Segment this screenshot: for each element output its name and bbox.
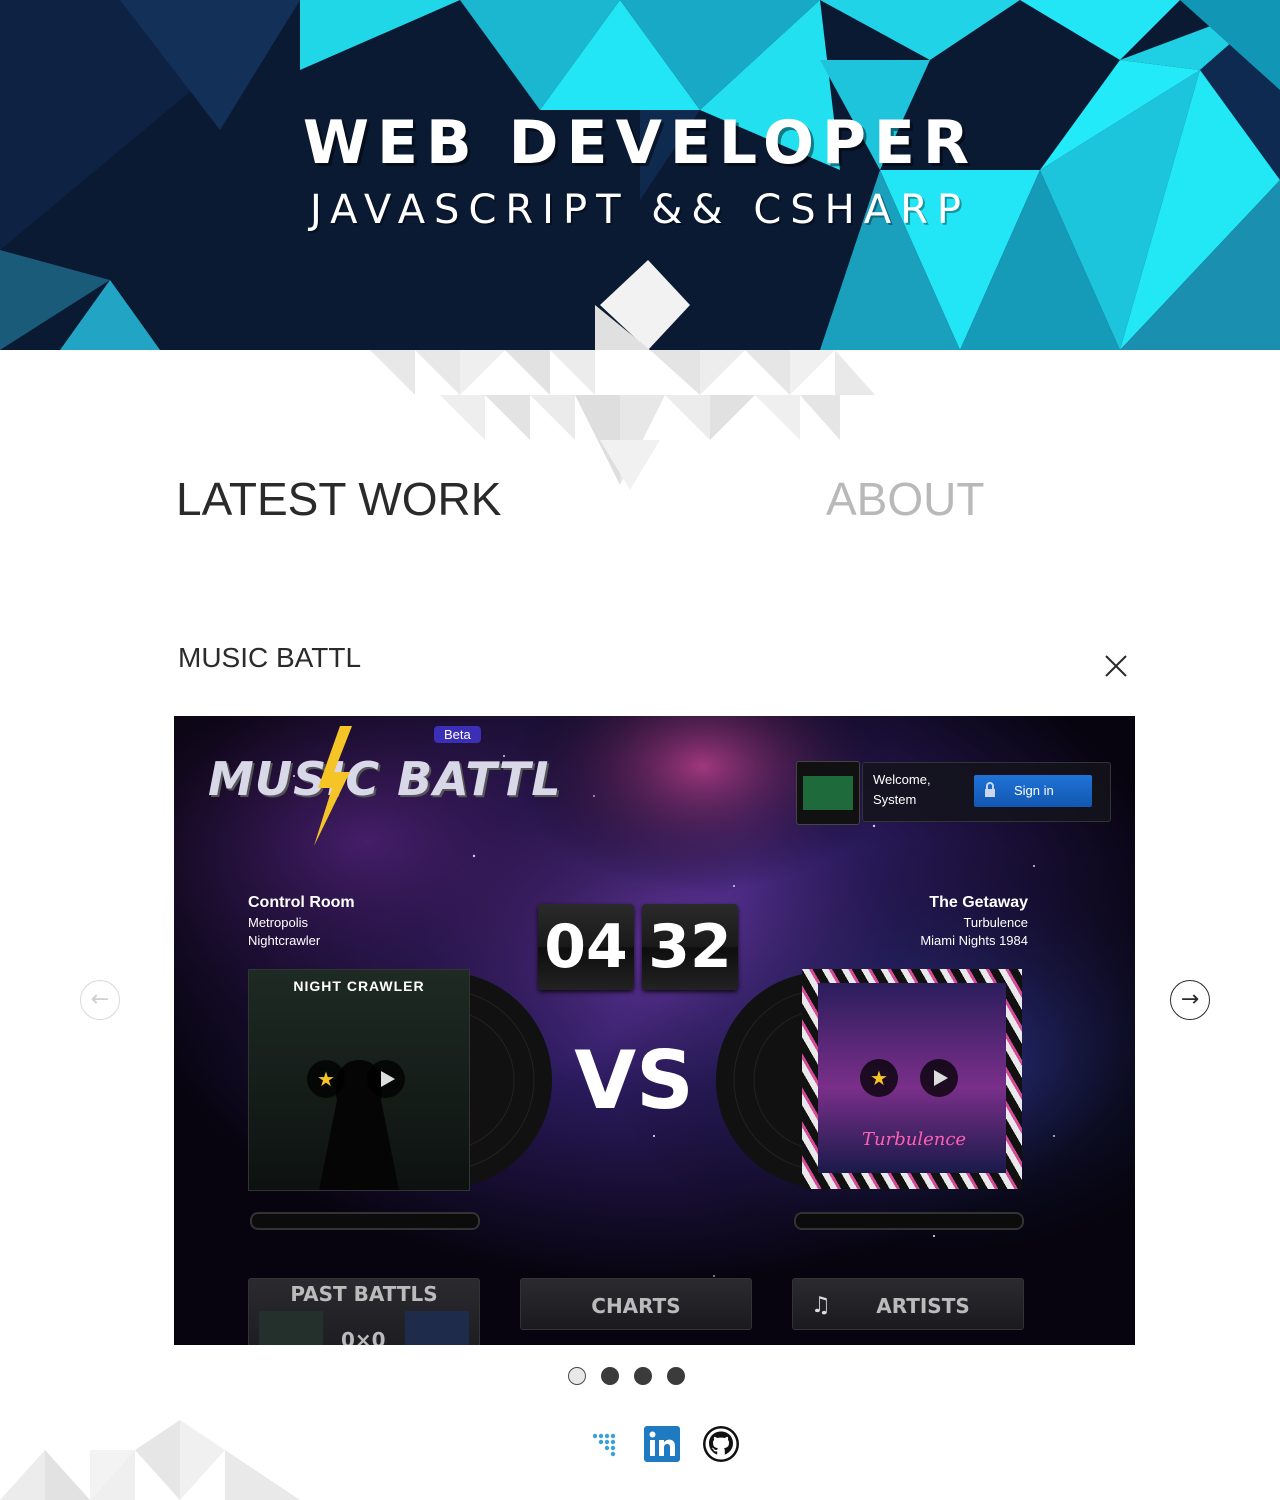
hero-title: WEB DEVELOPER — [302, 108, 978, 178]
nav-about[interactable]: ABOUT — [826, 472, 984, 526]
artists-icon: ♫ — [811, 1293, 831, 1318]
past-battls-label: PAST BATTLS — [290, 1282, 438, 1306]
left-album-cover: NIGHT CRAWLER ★ — [248, 969, 470, 1191]
treehouse-icon — [592, 1433, 616, 1457]
slide-dot-3[interactable] — [634, 1367, 652, 1385]
treehouse-link[interactable] — [590, 1428, 622, 1464]
welcome-panel: Welcome, System Sign in — [862, 762, 1111, 822]
slide-dot-4[interactable] — [667, 1367, 685, 1385]
welcome-text: Welcome, — [873, 772, 931, 787]
vs-label: VS — [574, 1034, 694, 1127]
close-icon[interactable] — [1100, 650, 1132, 682]
prev-slide-button[interactable]: ← — [80, 980, 120, 1020]
right-track-album: Miami Nights 1984 — [920, 933, 1028, 948]
hero-subtitle: JAVASCRIPT && CSHARP — [309, 187, 971, 233]
left-track-title: Control Room — [248, 894, 355, 911]
artists-label: ARTISTS — [876, 1294, 970, 1318]
favorite-star-button[interactable]: ★ — [307, 1060, 345, 1098]
project-screenshot-slide: MUSIC BATTL Beta Welcome, System Sign in… — [174, 716, 1135, 1345]
arrow-right-icon: → — [1180, 987, 1200, 1012]
github-link[interactable] — [702, 1425, 740, 1467]
beta-badge: Beta — [434, 726, 481, 743]
past-battls-panel[interactable]: PAST BATTLS 0×0 — [248, 1278, 480, 1345]
username-text: System — [873, 792, 917, 807]
arrow-left-icon: ← — [90, 987, 110, 1012]
left-track-album: Nightcrawler — [248, 933, 321, 948]
sign-in-button[interactable]: Sign in — [974, 775, 1092, 807]
play-icon — [934, 1070, 948, 1086]
left-track-artist: Metropolis — [248, 915, 308, 930]
sign-in-label: Sign in — [1014, 783, 1054, 798]
slide-pagination — [568, 1367, 685, 1385]
nav-latest-work[interactable]: LATEST WORK — [176, 472, 501, 526]
github-icon — [703, 1426, 739, 1462]
right-track-title: The Getaway — [929, 894, 1028, 911]
triangle-pattern-decoration-bottom — [0, 1420, 300, 1500]
next-slide-button[interactable]: → — [1170, 980, 1210, 1020]
triangle-pattern-decoration — [370, 305, 875, 490]
slide-dot-1[interactable] — [568, 1367, 586, 1385]
left-cover-text: NIGHT CRAWLER — [293, 978, 425, 994]
charts-button[interactable]: CHARTS — [520, 1278, 752, 1330]
linkedin-link[interactable] — [644, 1426, 680, 1466]
right-track-artist: Turbulence — [963, 915, 1028, 930]
favorite-star-button[interactable]: ★ — [860, 1059, 898, 1097]
user-avatar — [796, 761, 860, 825]
battl-score: 0×0 — [341, 1328, 386, 1345]
play-button[interactable] — [367, 1060, 405, 1098]
charts-label: CHARTS — [591, 1294, 681, 1318]
slide-dot-2[interactable] — [601, 1367, 619, 1385]
artists-button[interactable]: ♫ ARTISTS — [792, 1278, 1024, 1330]
play-button[interactable] — [920, 1059, 958, 1097]
right-progress-bar[interactable] — [794, 1212, 1024, 1230]
right-album-cover: Turbulence ★ — [802, 969, 1022, 1189]
lock-icon — [984, 782, 996, 797]
lightning-bolt-icon — [314, 726, 352, 846]
play-icon — [381, 1071, 395, 1087]
left-progress-bar[interactable] — [250, 1212, 480, 1230]
project-title: MUSIC BATTL — [178, 642, 362, 673]
social-links — [590, 1425, 740, 1467]
music-battl-logo: MUSIC BATTL — [208, 752, 562, 806]
right-cover-text: Turbulence — [862, 1129, 967, 1150]
linkedin-icon — [644, 1426, 680, 1462]
hero-banner: WEB DEVELOPER JAVASCRIPT && CSHARP — [0, 0, 1280, 350]
